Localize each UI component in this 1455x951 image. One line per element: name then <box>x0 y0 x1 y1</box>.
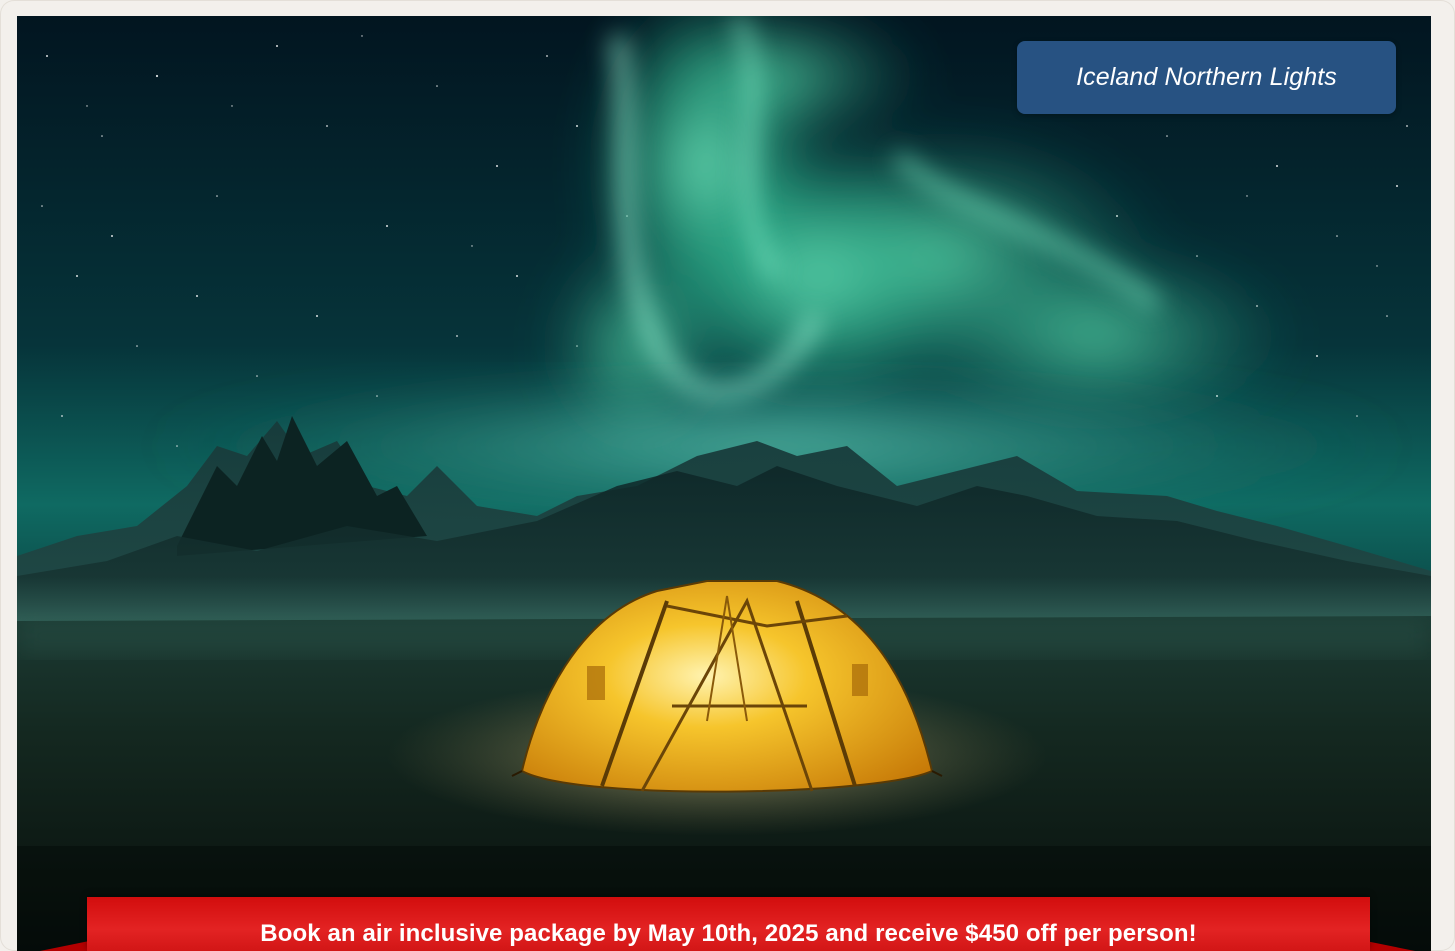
promo-card: Iceland Northern Lights Book an air incl… <box>0 0 1455 951</box>
hero-image <box>17 16 1431 951</box>
page-title: Iceland Northern Lights <box>1076 63 1337 91</box>
promo-ribbon: Book an air inclusive package by May 10t… <box>0 891 1455 951</box>
promo-banner[interactable]: Book an air inclusive package by May 10t… <box>87 897 1370 951</box>
title-badge: Iceland Northern Lights <box>1017 41 1396 114</box>
promo-text: Book an air inclusive package by May 10t… <box>260 920 1197 947</box>
ribbon-tail-left <box>40 940 94 951</box>
aurora-landscape-image <box>17 16 1431 951</box>
